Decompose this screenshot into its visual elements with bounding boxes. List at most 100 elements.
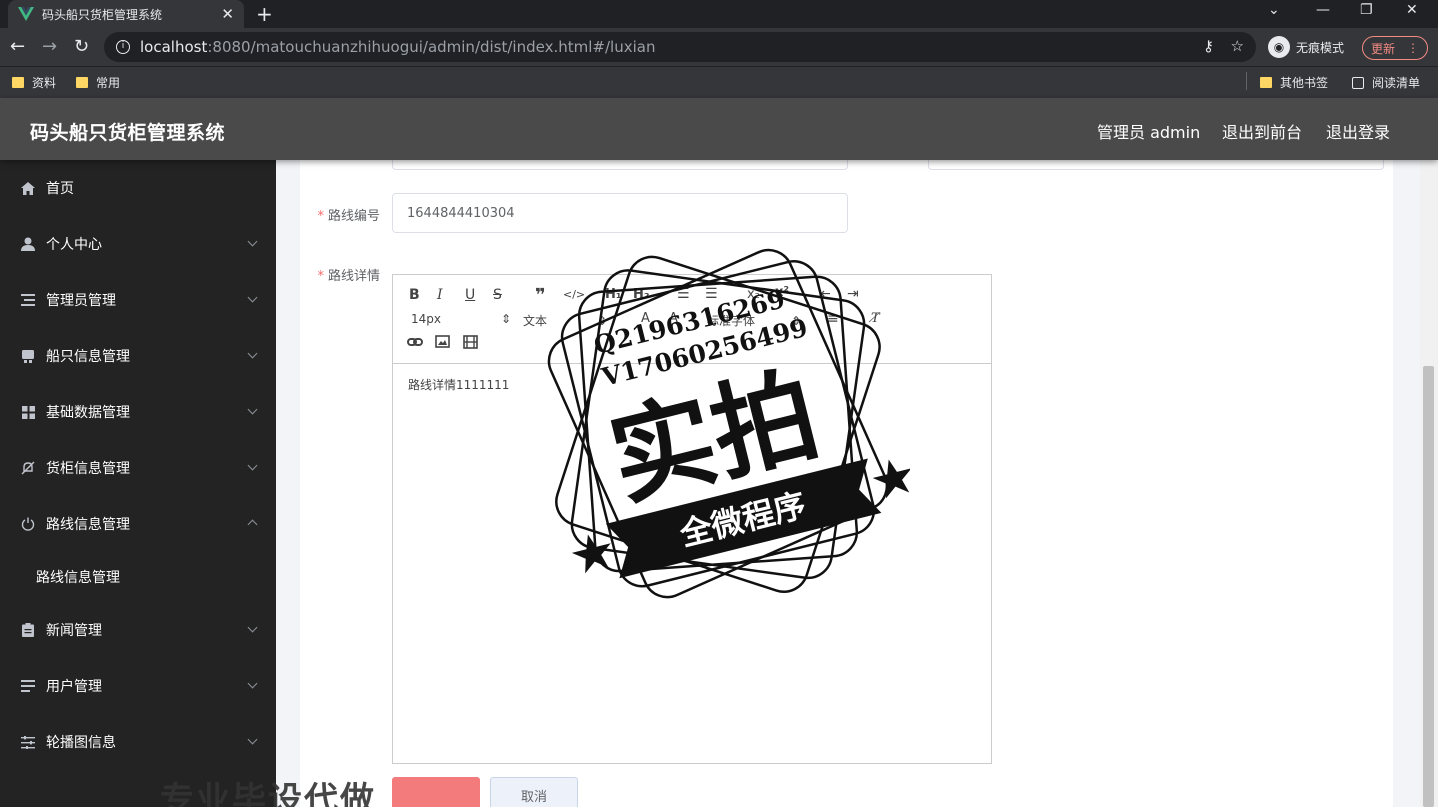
- bookmark-label: 常用: [96, 76, 121, 90]
- sidebar-item-label: 轮播图信息: [46, 735, 116, 751]
- sidebar-item-profile[interactable]: 个人中心: [0, 216, 276, 272]
- strike-icon[interactable]: S: [493, 287, 502, 303]
- header1-icon[interactable]: H₁: [605, 287, 622, 302]
- sidebar-item-home[interactable]: 首页: [0, 160, 276, 216]
- url-input[interactable]: i localhost:8080/matouchuanzhihuogui/adm…: [104, 32, 1256, 62]
- chevron-down-icon: [247, 236, 258, 247]
- reading-list[interactable]: 阅读清单: [1352, 74, 1420, 91]
- sidebar-item-users[interactable]: 用户管理: [0, 658, 276, 714]
- sidebar-item-carousel[interactable]: 轮播图信息: [0, 714, 276, 770]
- folder-icon: [1260, 77, 1272, 88]
- chevron-down-icon: [247, 460, 258, 471]
- clean-format-icon[interactable]: T̸: [871, 311, 880, 326]
- bookmark-folder-changyong[interactable]: 常用: [76, 74, 120, 91]
- background-color-icon[interactable]: A: [669, 311, 678, 326]
- upper-input-left[interactable]: [392, 160, 848, 170]
- user-icon: [20, 236, 36, 252]
- video-icon[interactable]: [463, 335, 478, 353]
- bookmark-folder-ziliao[interactable]: 资料: [12, 74, 56, 91]
- cancel-label: 取消: [520, 789, 547, 805]
- outdent-icon[interactable]: ⇤: [819, 286, 831, 302]
- bookmark-separator: [1246, 72, 1247, 90]
- chevron-down-icon: [247, 292, 258, 303]
- list-icon: [20, 292, 36, 308]
- route-no-input[interactable]: 1644844410304: [392, 193, 848, 233]
- bookmark-star-icon[interactable]: ☆: [1231, 37, 1244, 55]
- update-button[interactable]: 更新 ⋮: [1362, 36, 1428, 60]
- sidebar-item-basic-data[interactable]: 基础数据管理: [0, 384, 276, 440]
- url-path: :8080/matouchuanzhihuogui/admin/dist/ind…: [207, 38, 656, 56]
- tab-search-icon[interactable]: ⌄: [1268, 2, 1280, 18]
- select-arrows-icon: ⇕: [597, 314, 608, 328]
- sidebar-item-news[interactable]: 新闻管理: [0, 602, 276, 658]
- editor-content[interactable]: 路线详情1111111: [393, 364, 991, 405]
- cancel-button[interactable]: 取消: [490, 777, 578, 807]
- chevron-down-icon: [247, 404, 258, 415]
- sidebar-item-label: 新闻管理: [46, 623, 102, 639]
- ordered-list-icon[interactable]: ☰: [677, 286, 690, 302]
- sidebar-item-label: 管理员管理: [46, 293, 116, 309]
- other-bookmarks[interactable]: 其他书签: [1260, 74, 1328, 91]
- site-info-icon[interactable]: i: [116, 40, 130, 54]
- forward-icon[interactable]: →: [42, 36, 57, 57]
- font-size-select[interactable]: 14px ⇕: [411, 312, 511, 326]
- sidebar: 首页 个人中心 管理员管理 船只信息管理 基础数据管理 货柜信息管理 路线信息管…: [0, 160, 276, 807]
- key-icon[interactable]: ⚷: [1203, 37, 1214, 55]
- image-icon[interactable]: [435, 335, 450, 352]
- select-arrows-icon: ⇕: [791, 314, 802, 328]
- font-family-value: 标准字体: [707, 314, 756, 328]
- header2-icon[interactable]: H₂: [633, 287, 650, 302]
- sidebar-item-route[interactable]: 路线信息管理: [0, 496, 276, 552]
- font-color-icon[interactable]: A: [641, 311, 650, 326]
- bold-icon[interactable]: B: [409, 287, 420, 303]
- tab-close-icon[interactable]: ✕: [221, 5, 234, 23]
- sidebar-item-label: 基础数据管理: [46, 405, 130, 421]
- reading-list-icon: [1352, 76, 1364, 89]
- scrollbar-thumb[interactable]: [1423, 366, 1434, 807]
- new-tab-button[interactable]: +: [256, 2, 273, 26]
- bell-off-icon: [20, 460, 36, 476]
- blockquote-icon[interactable]: ❞: [535, 285, 546, 306]
- subscript-icon[interactable]: x₂: [747, 287, 760, 302]
- logout-link[interactable]: 退出登录: [1326, 119, 1390, 143]
- reload-icon[interactable]: ↻: [74, 36, 89, 57]
- underline-icon[interactable]: U: [465, 287, 475, 303]
- rich-text-editor[interactable]: B I U S ❞ </> H₁ H₂ ☰ ☰ x₂ x² ⇤ ⇥ 14px ⇕ …: [392, 274, 992, 764]
- incognito-indicator[interactable]: ◉ 无痕模式: [1268, 36, 1344, 58]
- sidebar-item-container[interactable]: 货柜信息管理: [0, 440, 276, 496]
- vue-logo-icon: [18, 7, 34, 21]
- submenu-item-route-manage[interactable]: 路线信息管理: [0, 552, 276, 602]
- folder-icon: [12, 77, 24, 88]
- code-block-icon[interactable]: </>: [563, 288, 585, 301]
- folder-icon: [76, 77, 88, 88]
- route-detail-label: * 路线详情: [317, 269, 380, 284]
- sidebar-item-label: 首页: [46, 181, 74, 197]
- form-card: * 路线编号 1644844410304 * 路线详情 B I U S ❞ </> …: [300, 160, 1393, 807]
- browser-tab-bar: 码头船只货柜管理系统 ✕ + ⌄ — ❐ ✕: [0, 0, 1438, 28]
- italic-icon[interactable]: I: [437, 287, 443, 303]
- ship-icon: [20, 348, 36, 364]
- link-icon[interactable]: [407, 335, 423, 353]
- text-type-select[interactable]: 文本 ⇕: [523, 312, 607, 329]
- exit-to-front-link[interactable]: 退出到前台: [1222, 119, 1302, 143]
- bookmark-label: 阅读清单: [1372, 76, 1421, 90]
- app-header: 码头船只货柜管理系统 管理员 admin 退出到前台 退出登录: [0, 98, 1438, 160]
- align-icon[interactable]: ≡: [827, 311, 839, 327]
- indent-icon[interactable]: ⇥: [847, 286, 859, 302]
- superscript-icon[interactable]: x²: [775, 285, 789, 300]
- bookmark-label: 其他书签: [1280, 76, 1329, 90]
- bullet-list-icon[interactable]: ☰: [705, 286, 718, 302]
- minimize-icon[interactable]: —: [1316, 2, 1330, 18]
- browser-tab[interactable]: 码头船只货柜管理系统 ✕: [8, 0, 244, 28]
- restore-icon[interactable]: ❐: [1360, 2, 1373, 18]
- font-family-select[interactable]: 标准字体 ⇕: [707, 312, 801, 329]
- window-close-icon[interactable]: ✕: [1406, 2, 1418, 18]
- submit-button[interactable]: [392, 777, 480, 807]
- sidebar-item-label: 货柜信息管理: [46, 461, 130, 477]
- power-icon: [20, 516, 36, 532]
- upper-input-right[interactable]: [928, 160, 1384, 170]
- sidebar-item-ship[interactable]: 船只信息管理: [0, 328, 276, 384]
- select-arrows-icon: ⇕: [501, 312, 512, 326]
- sidebar-item-admin[interactable]: 管理员管理: [0, 272, 276, 328]
- back-icon[interactable]: ←: [10, 36, 25, 57]
